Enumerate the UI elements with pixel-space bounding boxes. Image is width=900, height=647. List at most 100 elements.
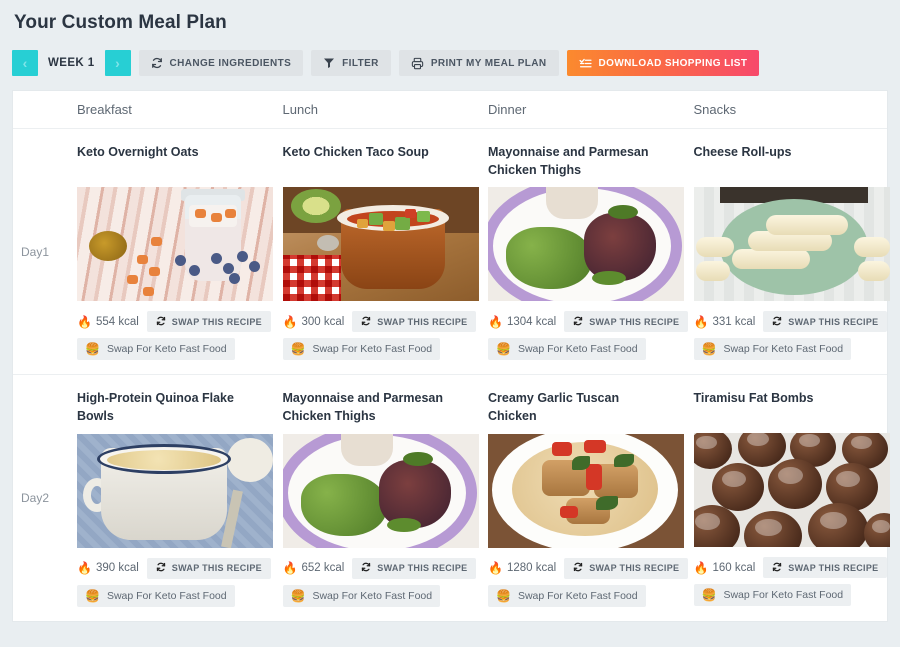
- calorie-badge: 🔥 331 kcal: [694, 316, 756, 328]
- filter-button[interactable]: FILTER: [311, 50, 391, 76]
- calorie-value: 331 kcal: [712, 315, 756, 328]
- swap-fast-food-label: Swap For Keto Fast Food: [312, 343, 433, 355]
- meal-meta: 🔥 390 kcal SWAP THIS RECIPE: [77, 557, 271, 579]
- meal-title: Tiramisu Fat Bombs: [693, 391, 814, 406]
- swap-recipe-button[interactable]: SWAP THIS RECIPE: [763, 557, 888, 579]
- flame-icon: 🔥: [282, 561, 298, 575]
- calorie-badge: 🔥 1304 kcal: [488, 316, 556, 328]
- swap-fast-food-button[interactable]: 🍔 Swap For Keto Fast Food: [693, 338, 852, 360]
- swap-recipe-button[interactable]: SWAP THIS RECIPE: [564, 311, 689, 333]
- prev-week-button[interactable]: ‹: [12, 50, 38, 76]
- meal-cell: Mayonnaise and Parmesan Chicken Thighs 🔥…: [476, 129, 689, 374]
- day-label: Day 1: [13, 129, 65, 374]
- meal-photo-mayonnaise-parmesan-chicken-thighs[interactable]: [282, 433, 479, 548]
- burger-icon: 🍔: [701, 342, 717, 356]
- swap-fast-food-label: Swap For Keto Fast Food: [723, 343, 844, 355]
- meal-plan-grid: Breakfast Lunch Dinner Snacks Day 1 Keto…: [12, 90, 890, 622]
- meal-photo-creamy-garlic-tuscan-chicken[interactable]: [488, 433, 684, 548]
- swap-fast-food-button[interactable]: 🍔 Swap For Keto Fast Food: [693, 584, 852, 607]
- calorie-badge: 🔥 390 kcal: [77, 562, 139, 574]
- download-shopping-list-button[interactable]: DOWNLOAD SHOPPING LIST: [566, 50, 760, 76]
- swap-recipe-button[interactable]: SWAP THIS RECIPE: [763, 311, 888, 332]
- calorie-value: 1304 kcal: [506, 315, 557, 328]
- column-header-breakfast: Breakfast: [77, 102, 132, 117]
- grid-header-row: Breakfast Lunch Dinner Snacks: [13, 91, 887, 129]
- swap-recipe-button[interactable]: SWAP THIS RECIPE: [352, 311, 477, 332]
- meal-meta: 🔥 331 kcal SWAP THIS RECIPE: [694, 311, 888, 332]
- calorie-badge: 🔥 554 kcal: [77, 316, 139, 328]
- toolbar: ‹ WEEK 1 › CHANGE INGREDIENTS FILTER PRI…: [0, 34, 900, 80]
- print-meal-plan-button[interactable]: PRINT MY MEAL PLAN: [398, 50, 559, 76]
- refresh-icon: [361, 562, 371, 574]
- meal-title: Cheese Roll-ups: [693, 145, 792, 159]
- week-label: WEEK 1: [48, 57, 95, 69]
- calorie-value: 160 kcal: [712, 561, 756, 574]
- week-navigator: ‹ WEEK 1 ›: [12, 50, 131, 76]
- meal-cell: Keto Chicken Taco Soup 🔥 300 kcal SWAP T…: [271, 129, 479, 374]
- swap-recipe-button[interactable]: SWAP THIS RECIPE: [352, 557, 477, 579]
- swap-recipe-label: SWAP THIS RECIPE: [788, 316, 879, 327]
- flame-icon: 🔥: [488, 314, 503, 329]
- burger-icon: 🍔: [85, 588, 100, 603]
- refresh-icon: [156, 562, 166, 574]
- meal-cell: Mayonnaise and Parmesan Chicken Thighs 🔥…: [271, 375, 479, 620]
- refresh-icon: [573, 562, 583, 574]
- next-week-button[interactable]: ›: [104, 50, 131, 76]
- day-label-number: 2: [42, 490, 50, 505]
- meal-cell: Cheese Roll-ups 🔥 331 kcal SWAP THIS REC…: [682, 129, 890, 374]
- day-label-word: Day: [21, 244, 43, 259]
- meal-photo-keto-overnight-oats[interactable]: [77, 187, 273, 301]
- burger-icon: 🍔: [701, 588, 717, 603]
- calorie-badge: 🔥 160 kcal: [694, 562, 756, 574]
- meal-photo-keto-chicken-taco-soup[interactable]: [282, 187, 479, 301]
- swap-recipe-button[interactable]: SWAP THIS RECIPE: [146, 311, 271, 332]
- swap-fast-food-label: Swap For Keto Fast Food: [106, 589, 227, 602]
- calorie-value: 652 kcal: [301, 562, 345, 574]
- refresh-icon: [573, 316, 583, 328]
- swap-fast-food-button[interactable]: 🍔 Swap For Keto Fast Food: [488, 338, 646, 361]
- flame-icon: 🔥: [693, 314, 709, 329]
- swap-recipe-label: SWAP THIS RECIPE: [171, 563, 262, 573]
- meal-photo-quinoa-flake-bowls[interactable]: [77, 433, 273, 548]
- swap-fast-food-label: Swap For Keto Fast Food: [517, 589, 638, 602]
- swap-fast-food-label: Swap For Keto Fast Food: [106, 343, 227, 355]
- meal-cell: Creamy Garlic Tuscan Chicken 🔥 1280 kcal: [476, 375, 689, 620]
- refresh-icon: [361, 316, 371, 328]
- swap-recipe-button[interactable]: SWAP THIS RECIPE: [564, 557, 689, 579]
- swap-fast-food-button[interactable]: 🍔 Swap For Keto Fast Food: [77, 584, 235, 607]
- meal-meta: 🔥 554 kcal SWAP THIS RECIPE: [77, 311, 271, 332]
- column-header-dinner: Dinner: [488, 102, 527, 117]
- swap-recipe-label: SWAP THIS RECIPE: [377, 563, 468, 573]
- flame-icon: 🔥: [282, 314, 298, 329]
- flame-icon: 🔥: [488, 561, 503, 575]
- column-header-lunch: Lunch: [282, 102, 318, 117]
- day-row: Day 1 Keto Overnight Oats 🔥 554 kcal SWA…: [13, 129, 890, 376]
- refresh-icon: [772, 316, 782, 328]
- meal-cell: High-Protein Quinoa Flake Bowls 🔥 390 kc…: [65, 375, 273, 620]
- meal-title: Keto Overnight Oats: [77, 145, 199, 159]
- filter-label: FILTER: [342, 57, 379, 69]
- meal-cell: Keto Overnight Oats 🔥 554 kcal SWAP THIS…: [65, 129, 273, 374]
- swap-fast-food-button[interactable]: 🍔 Swap For Keto Fast Food: [282, 338, 441, 360]
- meal-photo-mayonnaise-parmesan-chicken-thighs[interactable]: [488, 187, 684, 302]
- swap-fast-food-button[interactable]: 🍔 Swap For Keto Fast Food: [282, 584, 441, 607]
- day-row: Day 2 High-Protein Quinoa Flake Bowls 🔥 …: [13, 375, 890, 620]
- calorie-badge: 🔥 652 kcal: [283, 562, 345, 574]
- calorie-badge: 🔥 300 kcal: [283, 316, 345, 328]
- day-label: Day 2: [13, 375, 65, 620]
- burger-icon: 🍔: [496, 588, 511, 603]
- flame-icon: 🔥: [77, 314, 92, 329]
- change-ingredients-button[interactable]: CHANGE INGREDIENTS: [138, 50, 304, 76]
- swap-recipe-button[interactable]: SWAP THIS RECIPE: [146, 557, 271, 579]
- swap-fast-food-label: Swap For Keto Fast Food: [517, 343, 638, 356]
- meal-meta: 🔥 652 kcal SWAP THIS RECIPE: [283, 557, 477, 579]
- swap-recipe-label: SWAP THIS RECIPE: [171, 316, 262, 327]
- swap-recipe-label: SWAP THIS RECIPE: [788, 562, 879, 573]
- meal-photo-tiramisu-fat-bombs[interactable]: [693, 433, 890, 548]
- meal-photo-cheese-roll-ups[interactable]: [693, 187, 890, 301]
- calorie-value: 554 kcal: [95, 315, 139, 328]
- swap-fast-food-label: Swap For Keto Fast Food: [723, 589, 844, 602]
- swap-fast-food-button[interactable]: 🍔 Swap For Keto Fast Food: [488, 584, 646, 607]
- calorie-value: 1280 kcal: [506, 562, 557, 574]
- swap-fast-food-button[interactable]: 🍔 Swap For Keto Fast Food: [77, 338, 235, 360]
